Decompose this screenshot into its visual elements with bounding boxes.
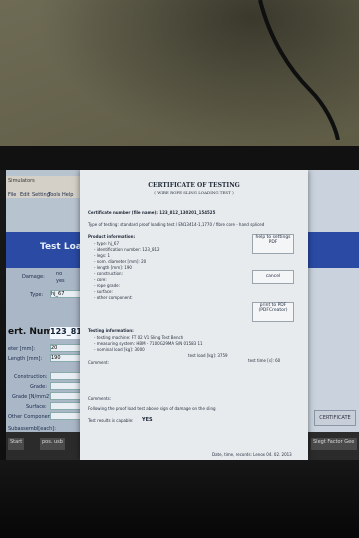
type-label: Type: [30,292,44,298]
test-load: test load [kg]: 3759 [188,353,228,358]
menu-tools[interactable]: Tools [48,192,60,198]
comments-label: Comments: [88,396,112,401]
laptop-bezel-top [0,146,359,170]
product-line: - legs: 1 [94,253,111,258]
product-line: - nom. diameter [mm]: 20 [94,259,147,264]
damage-label: Damage: [22,274,45,280]
testing-line: - testing machine: FT 02 V1 Sling Test B… [94,335,184,340]
print-pdf-button[interactable]: print to PDF (PDFCreator) [252,302,294,322]
other-component-label: Other Component: [8,414,55,420]
app-right-panel [306,170,359,432]
taskbar-right-item[interactable]: Slegt Factor Gee [311,438,357,450]
certificate-button[interactable]: CERTIFICATE [314,410,356,426]
certificate-title: CERTIFICATE OF TESTING [148,182,240,189]
product-line: - length [mm]: 190 [94,265,132,270]
product-line: - surface: [94,289,113,294]
product-line: - construction: [94,271,123,276]
menu-file[interactable]: File [8,192,16,198]
comment-label: Comment: [88,360,109,365]
product-line: - type: hj_67 [94,241,120,246]
app-heading: Test Loa [40,242,82,252]
menu-help[interactable]: Help [62,192,73,198]
laptop-screen: Simulators File Edit Setting Tools Help … [6,170,359,460]
construction-label: Construction: [14,374,48,380]
testing-line: - measuring system: HBM - 7100G29MA S/N … [94,341,203,346]
photo-scene: Simulators File Edit Setting Tools Help … [0,0,359,538]
certificate-number-line: Certificate number (file name): 123_812_… [88,210,216,215]
certificate-subtitle: ( WIRE ROPE SLING LOADING TEST ) [154,190,234,195]
cancel-button[interactable]: cancel [252,270,294,284]
power-cable [258,0,340,140]
diameter-label: eter [mm]: [8,346,36,352]
product-line: - other component: [94,295,133,300]
product-line: - rope grade: [94,283,120,288]
damage-option-no[interactable]: no [56,271,62,277]
grade-nmm-label: Grade [N/mm2]: [12,394,53,400]
taskbar-start[interactable]: Start [8,438,25,450]
product-line: - core: [94,277,107,282]
length-label: Length [mm]: [8,356,43,362]
product-info-header: Product information: [88,234,136,239]
product-line: - identification number: 123_812 [94,247,160,252]
certificate-footer: Date, time, records: Lenox 04. 02. 2013 [212,452,292,457]
test-type-line: Type of testing: standard proof loading … [88,222,265,227]
damage-option-yes[interactable]: yes [56,278,65,284]
app-title: Simulators [8,178,35,184]
testing-info-header: Testing information: [88,328,134,333]
surface-label: Surface: [26,404,47,410]
menu-edit[interactable]: Edit [20,192,30,198]
laptop-bezel-bottom [0,460,359,538]
damage-note: Following the proof load test above sign… [88,406,216,411]
taskbar-item-usb[interactable]: pos. usb [40,438,65,450]
grade-label: Grade: [30,384,47,390]
test-result-label: Test results is capable: [88,418,134,423]
test-result-value: YES [142,417,153,423]
help-settings-pdf-button[interactable]: help to settings PDF [252,234,294,254]
app-right-header [306,232,359,268]
test-time: test time [s]: 60 [248,358,281,363]
certificate-dialog: CERTIFICATE OF TESTING ( WIRE ROPE SLING… [80,170,308,460]
testing-line: - nominal load [kg]: 3000 [94,347,145,352]
